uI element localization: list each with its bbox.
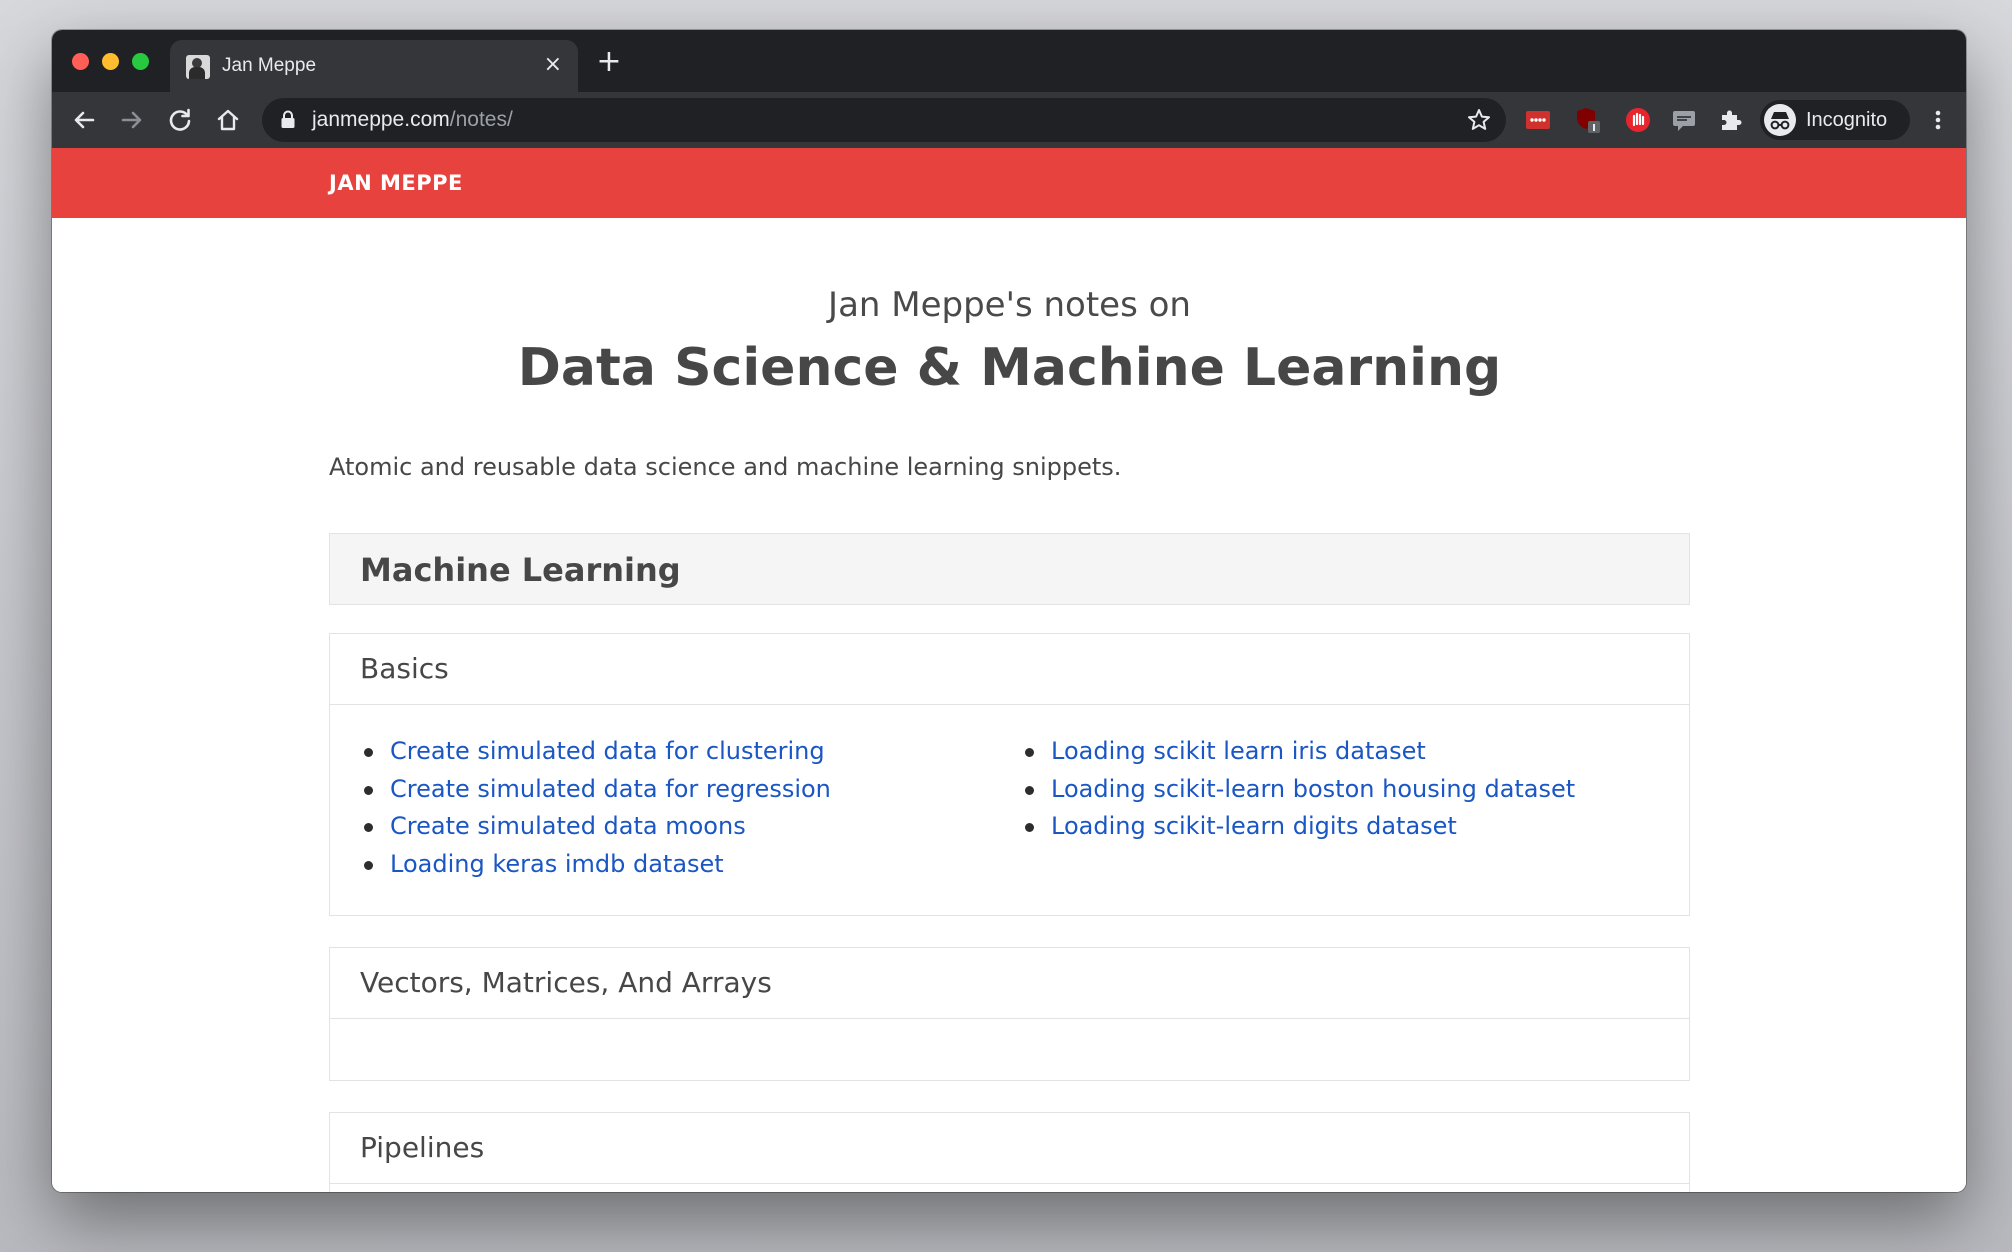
css-viewer-extension-icon[interactable] bbox=[1670, 106, 1698, 134]
list-item: Loading keras imdb dataset bbox=[360, 846, 831, 884]
section-header-machine-learning: Machine Learning bbox=[329, 533, 1690, 605]
browser-window: Jan Meppe × + janmeppe.com/notes/ Incogn… bbox=[52, 30, 1966, 1192]
browser-toolbar: janmeppe.com/notes/ Incognito bbox=[52, 92, 1966, 148]
note-link[interactable]: Loading scikit learn iris dataset bbox=[1051, 737, 1426, 765]
list-item: Loading scikit-learn digits dataset bbox=[1021, 808, 1575, 846]
arrow-left-icon bbox=[74, 111, 95, 129]
note-link[interactable]: Create simulated data for clustering bbox=[390, 737, 825, 765]
note-link[interactable]: Loading keras imdb dataset bbox=[390, 850, 724, 878]
password-manager-extension-icon[interactable] bbox=[1524, 106, 1552, 134]
arrow-right-icon bbox=[121, 111, 142, 129]
page-kicker: Jan Meppe's notes on bbox=[828, 285, 1191, 325]
hand-blocker-extension-icon[interactable] bbox=[1624, 106, 1652, 134]
home-button[interactable] bbox=[210, 102, 246, 138]
browser-menu-icon[interactable] bbox=[1924, 106, 1952, 134]
lock-icon bbox=[281, 110, 295, 128]
section-title: Machine Learning bbox=[360, 551, 681, 589]
site-header: JAN MEPPE bbox=[52, 148, 1966, 218]
tab-close-button[interactable]: × bbox=[544, 53, 562, 77]
browser-tab-active[interactable]: Jan Meppe × bbox=[170, 40, 578, 92]
card-header: Basics bbox=[330, 634, 1689, 705]
ublock-shield-extension-icon[interactable] bbox=[1574, 106, 1602, 134]
link-list-right: Loading scikit learn iris dataset Loadin… bbox=[1021, 733, 1575, 846]
address-bar[interactable]: janmeppe.com/notes/ bbox=[262, 98, 1506, 142]
back-button[interactable] bbox=[66, 102, 102, 138]
page-title: Data Science & Machine Learning bbox=[517, 338, 1502, 398]
url-text[interactable]: janmeppe.com/notes/ bbox=[312, 108, 513, 132]
site-brand-link[interactable]: JAN MEPPE bbox=[329, 170, 463, 196]
card-basics: Basics Create simulated data for cluster… bbox=[329, 633, 1690, 916]
puzzle-extensions-icon[interactable] bbox=[1716, 106, 1744, 134]
incognito-label: Incognito bbox=[1806, 109, 1888, 131]
bookmark-star-icon[interactable] bbox=[1466, 107, 1492, 133]
incognito-profile-button[interactable]: Incognito bbox=[1760, 100, 1910, 140]
note-link[interactable]: Create simulated data moons bbox=[390, 812, 746, 840]
list-item: Create simulated data moons bbox=[360, 808, 831, 846]
card-header: Pipelines bbox=[330, 1113, 1689, 1184]
note-link[interactable]: Create simulated data for regression bbox=[390, 775, 831, 803]
list-item: Create simulated data for regression bbox=[360, 771, 831, 809]
list-item: Loading scikit learn iris dataset bbox=[1021, 733, 1575, 771]
zoom-window-button[interactable] bbox=[132, 53, 149, 70]
close-window-button[interactable] bbox=[72, 53, 89, 70]
page-intro: Atomic and reusable data science and mac… bbox=[329, 453, 1122, 481]
url-path: /notes/ bbox=[449, 108, 513, 131]
card-pipelines: Pipelines bbox=[329, 1112, 1690, 1192]
note-link[interactable]: Loading scikit-learn digits dataset bbox=[1051, 812, 1457, 840]
portrait-favicon-icon bbox=[186, 55, 210, 79]
reload-button[interactable] bbox=[162, 102, 198, 138]
tab-strip: Jan Meppe × + bbox=[52, 30, 1966, 92]
tab-title: Jan Meppe bbox=[222, 55, 317, 76]
minimize-window-button[interactable] bbox=[102, 53, 119, 70]
card-title: Pipelines bbox=[360, 1131, 485, 1164]
note-link[interactable]: Loading scikit-learn boston housing data… bbox=[1051, 775, 1575, 803]
list-item: Loading scikit-learn boston housing data… bbox=[1021, 771, 1575, 809]
home-icon bbox=[217, 109, 239, 131]
card-title: Vectors, Matrices, And Arrays bbox=[360, 966, 772, 999]
card-vectors-matrices-arrays: Vectors, Matrices, And Arrays bbox=[329, 947, 1690, 1081]
new-tab-button[interactable]: + bbox=[592, 46, 626, 80]
web-page: JAN MEPPE Jan Meppe's notes on Data Scie… bbox=[52, 148, 1966, 1192]
link-list-left: Create simulated data for clustering Cre… bbox=[360, 733, 831, 883]
forward-button[interactable] bbox=[114, 102, 150, 138]
reload-icon bbox=[169, 108, 191, 131]
list-item: Create simulated data for clustering bbox=[360, 733, 831, 771]
url-host: janmeppe.com bbox=[312, 108, 450, 131]
card-title: Basics bbox=[360, 652, 449, 685]
card-header: Vectors, Matrices, And Arrays bbox=[330, 948, 1689, 1019]
incognito-icon bbox=[1764, 104, 1796, 136]
